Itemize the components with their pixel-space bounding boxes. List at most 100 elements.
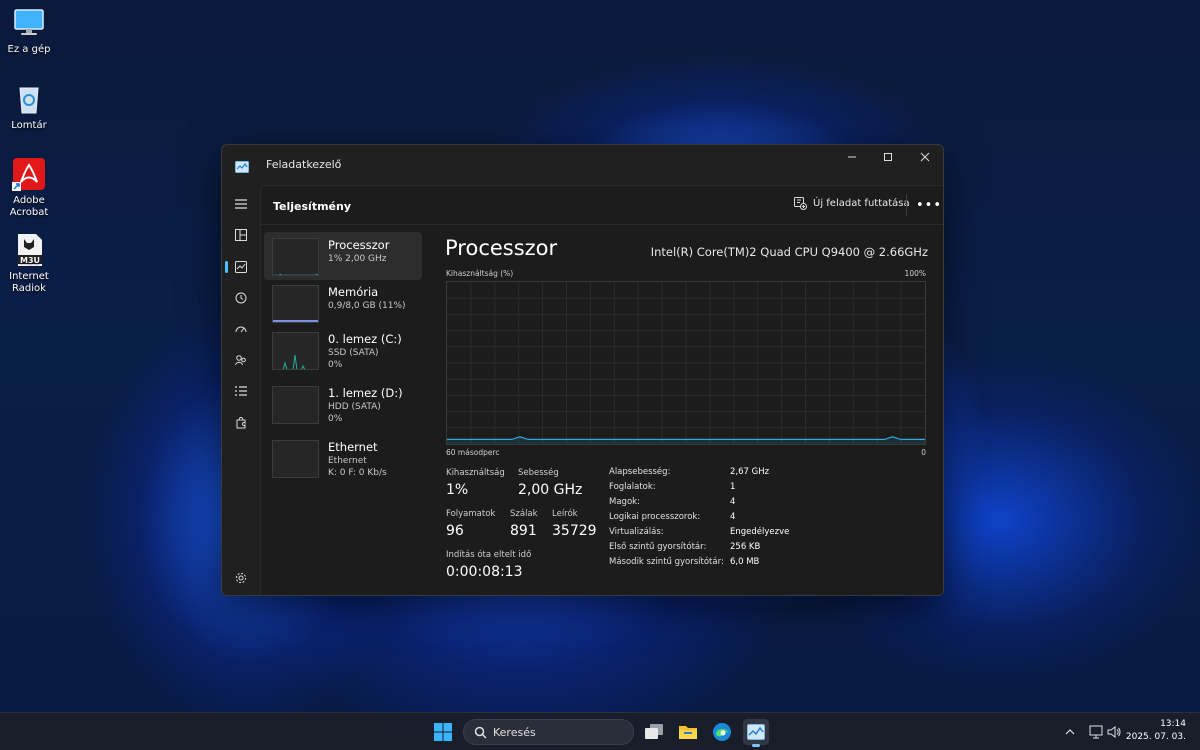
puzzle-icon xyxy=(236,417,246,429)
desktop-icon-label: Lomtár xyxy=(11,120,47,131)
nav-performance[interactable] xyxy=(225,255,253,279)
desktop-icon-adobe-acrobat[interactable]: Adobe Acrobat xyxy=(4,157,54,219)
run-new-task-button[interactable]: Új feladat futtatása xyxy=(794,197,910,210)
edge-browser-icon xyxy=(713,723,731,741)
performance-icon xyxy=(235,261,247,273)
resource-thumbnail xyxy=(272,332,319,370)
nav-settings[interactable] xyxy=(229,566,253,590)
show-hidden-icons-button[interactable] xyxy=(1057,719,1083,745)
processes-value: 96 xyxy=(446,523,464,539)
maximize-icon xyxy=(884,153,892,161)
history-icon xyxy=(235,292,247,304)
detail-key: Magok: xyxy=(609,497,640,507)
desktop-icon-recycle-bin[interactable]: Lomtár xyxy=(4,82,54,132)
cpu-thumbnail-line xyxy=(273,273,318,275)
detail-key: Virtualizálás: xyxy=(609,527,664,537)
desktop-icon-label: Adobe Acrobat xyxy=(9,195,49,218)
task-view-button[interactable] xyxy=(641,719,667,745)
resource-usage: 0% xyxy=(328,414,343,424)
resource-thumbnail xyxy=(272,285,319,323)
content-header: Teljesítmény Új feladat futtatása ••• xyxy=(261,186,943,225)
more-options-button[interactable]: ••• xyxy=(916,198,942,213)
task-view-icon xyxy=(645,724,663,739)
detail-value: 4 xyxy=(730,512,736,522)
run-new-task-label: Új feladat futtatása xyxy=(813,198,910,209)
desktop-icon-label: Ez a gép xyxy=(7,44,51,55)
resource-item-disk-d[interactable]: 1. lemez (D:) HDD (SATA) 0% xyxy=(264,380,422,428)
search-label: Keresés xyxy=(493,726,536,739)
resource-list: Processzor 1% 2,00 GHz Memória 0,9/8,0 G… xyxy=(261,226,427,595)
resource-throughput: K: 0 F: 0 Kb/s xyxy=(328,468,387,478)
uptime-label: Indítás óta eltelt idő xyxy=(446,550,532,560)
resource-item-ethernet[interactable]: Ethernet Ethernet K: 0 F: 0 Kb/s xyxy=(264,434,422,482)
menu-button[interactable] xyxy=(229,192,253,216)
desktop-icon-this-pc[interactable]: Ez a gép xyxy=(4,6,54,56)
resource-item-disk-c[interactable]: 0. lemez (C:) SSD (SATA) 0% xyxy=(264,326,422,374)
close-icon xyxy=(920,152,930,162)
taskbar: Keresés 13:14 2025. 07. 03. xyxy=(0,712,1200,750)
resource-item-cpu[interactable]: Processzor 1% 2,00 GHz xyxy=(264,232,422,280)
maximize-button[interactable] xyxy=(870,145,906,169)
task-manager-icon xyxy=(747,724,765,740)
graph-min-label: 0 xyxy=(921,448,926,457)
header-separator xyxy=(906,194,907,216)
detail-value: 6,0 MB xyxy=(730,557,760,567)
nav-app-history[interactable] xyxy=(229,286,253,310)
detail-value: 256 KB xyxy=(730,542,761,552)
m3u-file-icon: M3U xyxy=(12,233,46,267)
detail-value: 4 xyxy=(730,497,736,507)
title-bar[interactable]: Feladatkezelő xyxy=(222,145,943,185)
nav-rail xyxy=(222,185,260,595)
resource-usage: 0% xyxy=(328,360,343,370)
cpu-utilization-graph xyxy=(446,281,926,445)
acrobat-icon xyxy=(12,157,46,191)
resource-item-memory[interactable]: Memória 0,9/8,0 GB (11%) xyxy=(264,279,422,327)
close-button[interactable] xyxy=(907,145,943,169)
users-icon xyxy=(235,355,246,366)
file-badge: M3U xyxy=(20,256,40,265)
new-task-icon xyxy=(794,197,807,210)
clock[interactable]: 13:14 2025. 07. 03. xyxy=(1126,718,1186,744)
nav-details[interactable] xyxy=(229,379,253,403)
resource-type: HDD (SATA) xyxy=(328,402,381,412)
desktop-icon-label: Internet Radiok xyxy=(9,271,49,294)
resource-thumbnail xyxy=(272,440,319,478)
detail-value: Engedélyezve xyxy=(730,527,790,537)
detail-key: Foglalatok: xyxy=(609,482,656,492)
speedometer-icon xyxy=(235,326,247,333)
desktop-icon-internet-radiok[interactable]: M3U Internet Radiok xyxy=(4,233,54,295)
search-icon xyxy=(474,726,487,739)
page-title: Teljesítmény xyxy=(273,200,352,213)
threads-label: Szálak xyxy=(510,509,538,519)
detail-key: Alapsebesség: xyxy=(609,467,671,477)
cpu-detail-panel: Processzor Intel(R) Core(TM)2 Quad CPU Q… xyxy=(427,226,943,595)
resource-name: Memória xyxy=(328,285,379,299)
volume-button[interactable] xyxy=(1101,719,1127,745)
detail-value: 1 xyxy=(730,482,736,492)
task-manager-taskbar-button[interactable] xyxy=(743,719,769,747)
resource-name: Ethernet xyxy=(328,440,378,454)
resource-name: Processzor xyxy=(328,238,390,252)
nav-services[interactable] xyxy=(229,411,253,435)
gear-icon xyxy=(235,572,247,584)
threads-value: 891 xyxy=(510,523,537,539)
nav-startup-apps[interactable] xyxy=(229,317,253,341)
chevron-up-icon xyxy=(1065,729,1075,735)
resource-summary: 0,9/8,0 GB (11%) xyxy=(328,301,406,311)
resource-thumbnail xyxy=(272,238,319,276)
resource-name: 0. lemez (C:) xyxy=(328,332,402,346)
uptime-value: 0:00:08:13 xyxy=(446,564,523,580)
edge-button[interactable] xyxy=(709,719,735,745)
taskbar-search[interactable]: Keresés xyxy=(463,719,634,745)
start-button[interactable] xyxy=(430,719,456,745)
window-title: Feladatkezelő xyxy=(266,158,342,171)
file-explorer-button[interactable] xyxy=(675,719,701,745)
graph-max-label: 100% xyxy=(904,269,926,278)
nav-processes[interactable] xyxy=(229,223,253,247)
minimize-button[interactable] xyxy=(834,145,870,169)
detail-key: Második szintű gyorsítótár: xyxy=(609,557,724,567)
monitor-icon xyxy=(12,6,46,40)
task-manager-window: Feladatkezelő Teljesítmény Új feladat fu… xyxy=(221,144,944,596)
nav-users[interactable] xyxy=(229,348,253,372)
speaker-icon xyxy=(1107,726,1121,738)
